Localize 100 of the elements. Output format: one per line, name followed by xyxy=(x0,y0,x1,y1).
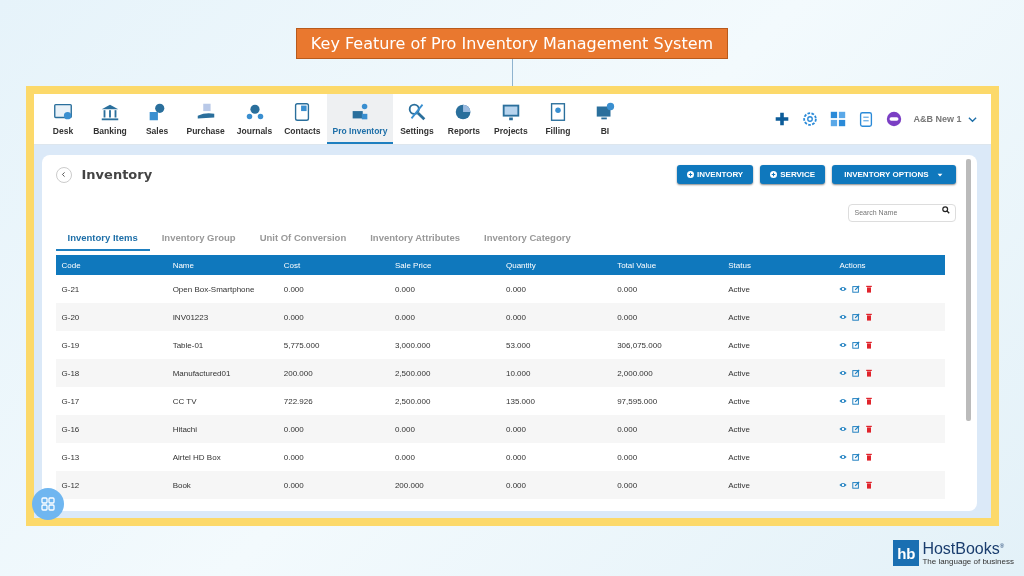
table-cell: Active xyxy=(722,443,834,471)
table-cell: 5,775.000 xyxy=(277,331,389,359)
table-cell: 0.000 xyxy=(611,303,723,331)
eye-icon[interactable] xyxy=(839,313,848,321)
table-cell: 0.000 xyxy=(500,443,612,471)
table-cell: Active xyxy=(722,359,834,387)
edit-icon[interactable] xyxy=(852,341,861,349)
edit-icon[interactable] xyxy=(852,285,861,293)
chevron-down-icon[interactable] xyxy=(967,114,977,124)
column-header: Code xyxy=(55,255,167,275)
table-cell: 10.000 xyxy=(500,359,612,387)
table-cell: CC TV xyxy=(166,387,278,415)
plus-circle-icon xyxy=(770,171,778,178)
apps-button[interactable] xyxy=(31,488,64,520)
options-dropdown[interactable]: INVENTORY OPTIONS xyxy=(832,165,956,184)
nav-item[interactable]: Purchase xyxy=(180,94,231,144)
nav-item[interactable]: Projects xyxy=(487,94,535,144)
column-header: Actions xyxy=(833,255,945,275)
eye-icon[interactable] xyxy=(839,397,848,405)
nav-item[interactable]: Settings xyxy=(393,94,441,144)
column-header: Quantity xyxy=(500,255,612,275)
brand-name: HostBooks$^{®}$ xyxy=(922,540,1006,557)
table-cell: 0.000 xyxy=(611,471,723,499)
eye-icon[interactable] xyxy=(839,341,848,349)
table-cell: Active xyxy=(722,303,834,331)
table-cell: 0.000 xyxy=(277,415,389,443)
table-cell: G-18 xyxy=(55,359,167,387)
table-cell: 2,500.000 xyxy=(388,387,500,415)
slide-title: Key Feature of Pro Inventory Management System xyxy=(295,28,729,59)
table-cell: Table-01 xyxy=(166,331,278,359)
nav-item[interactable]: Contacts xyxy=(278,94,327,144)
column-header: Total Value xyxy=(611,255,723,275)
table-cell: 2,500.000 xyxy=(388,359,500,387)
table-cell: 0.000 xyxy=(388,275,500,303)
page-title: Inventory xyxy=(81,167,153,182)
table-cell: Hitachi xyxy=(166,415,278,443)
nav-item[interactable]: Filling xyxy=(534,94,582,144)
table-cell: G-13 xyxy=(55,443,167,471)
column-header: Sale Price xyxy=(388,255,500,275)
search-icon[interactable] xyxy=(941,206,950,214)
delete-icon[interactable] xyxy=(865,425,874,433)
delete-icon[interactable] xyxy=(865,341,874,349)
eye-icon[interactable] xyxy=(839,285,848,293)
delete-icon[interactable] xyxy=(865,313,874,321)
nav-item[interactable]: Desk xyxy=(39,94,87,144)
settings-icon[interactable] xyxy=(801,110,820,128)
nav-item[interactable]: BI xyxy=(581,94,629,144)
eye-icon[interactable] xyxy=(839,453,848,461)
brand-tagline: The language of business xyxy=(922,556,1014,566)
edit-icon[interactable] xyxy=(852,481,861,489)
table-cell: 0.000 xyxy=(500,415,612,443)
add-button[interactable]: INVENTORY xyxy=(676,165,754,184)
nav-item[interactable]: Banking xyxy=(86,94,134,144)
eye-icon[interactable] xyxy=(839,481,848,489)
plus-circle-icon xyxy=(686,171,694,178)
table-cell: Airtel HD Box xyxy=(166,443,278,471)
edit-icon[interactable] xyxy=(852,425,861,433)
nav-item[interactable]: Sales xyxy=(133,94,181,144)
column-header: Status xyxy=(722,255,834,275)
table-cell: Active xyxy=(722,387,834,415)
table-cell: G-16 xyxy=(55,415,167,443)
table-cell: 200.000 xyxy=(388,471,500,499)
column-header: Name xyxy=(166,255,278,275)
table-cell: 53.000 xyxy=(500,331,612,359)
table-cell: 97,595.000 xyxy=(611,387,723,415)
nav-item[interactable]: Journals xyxy=(230,94,279,144)
nav-item[interactable]: Pro Inventory xyxy=(326,94,394,144)
add-button[interactable]: SERVICE xyxy=(760,165,826,184)
eye-icon[interactable] xyxy=(839,369,848,377)
table-cell: 0.000 xyxy=(611,415,723,443)
table-cell: 0.000 xyxy=(611,275,723,303)
edit-icon[interactable] xyxy=(852,369,861,377)
table-cell: 0.000 xyxy=(500,275,612,303)
nav-item[interactable]: Reports xyxy=(440,94,488,144)
table-cell: Active xyxy=(722,415,834,443)
table-cell: 0.000 xyxy=(277,275,389,303)
table-cell: Manufactured01 xyxy=(166,359,278,387)
table-cell: 3,000.000 xyxy=(388,331,500,359)
delete-icon[interactable] xyxy=(865,481,874,489)
edit-icon[interactable] xyxy=(852,313,861,321)
company-name[interactable]: A&B New 1 xyxy=(913,114,962,124)
table-cell: 0.000 xyxy=(277,443,389,471)
delete-icon[interactable] xyxy=(865,397,874,405)
table-cell: 0.000 xyxy=(277,303,389,331)
table-cell: INV01223 xyxy=(166,303,278,331)
table-cell: 0.000 xyxy=(277,471,389,499)
edit-icon[interactable] xyxy=(852,397,861,405)
delete-icon[interactable] xyxy=(865,453,874,461)
column-header: Cost xyxy=(277,255,389,275)
delete-icon[interactable] xyxy=(865,285,874,293)
table-cell: 722.926 xyxy=(277,387,389,415)
table-cell: 0.000 xyxy=(611,443,723,471)
table-cell: G-17 xyxy=(55,387,167,415)
table-cell: 200.000 xyxy=(277,359,389,387)
edit-icon[interactable] xyxy=(852,453,861,461)
delete-icon[interactable] xyxy=(865,369,874,377)
tab[interactable]: Inventory Items xyxy=(55,227,150,251)
eye-icon[interactable] xyxy=(839,425,848,433)
table-cell: G-12 xyxy=(55,471,167,499)
brand-logo: hb xyxy=(893,540,920,566)
